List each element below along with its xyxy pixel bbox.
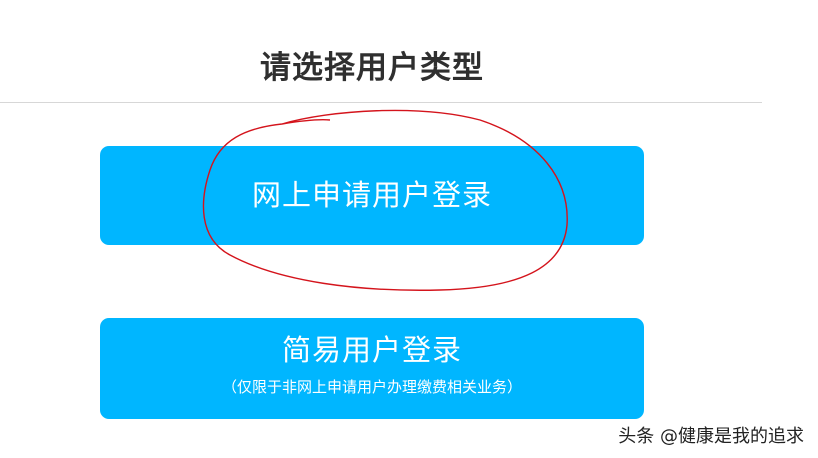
online-user-login-button[interactable]: 网上申请用户登录 — [100, 146, 644, 245]
simple-user-login-note: （仅限于非网上申请用户办理缴费相关业务） — [221, 378, 522, 396]
page-title: 请选择用户类型 — [260, 50, 484, 86]
simple-user-login-button[interactable]: 简易用户登录 （仅限于非网上申请用户办理缴费相关业务） — [100, 318, 644, 419]
user-type-page: 请选择用户类型 网上申请用户登录 简易用户登录 （仅限于非网上申请用户办理缴费相… — [0, 0, 818, 458]
simple-user-login-label: 简易用户登录 — [281, 333, 462, 367]
watermark-text: 头条 @健康是我的追求 — [618, 426, 804, 447]
title-divider — [0, 102, 762, 103]
online-user-login-label: 网上申请用户登录 — [251, 178, 492, 212]
